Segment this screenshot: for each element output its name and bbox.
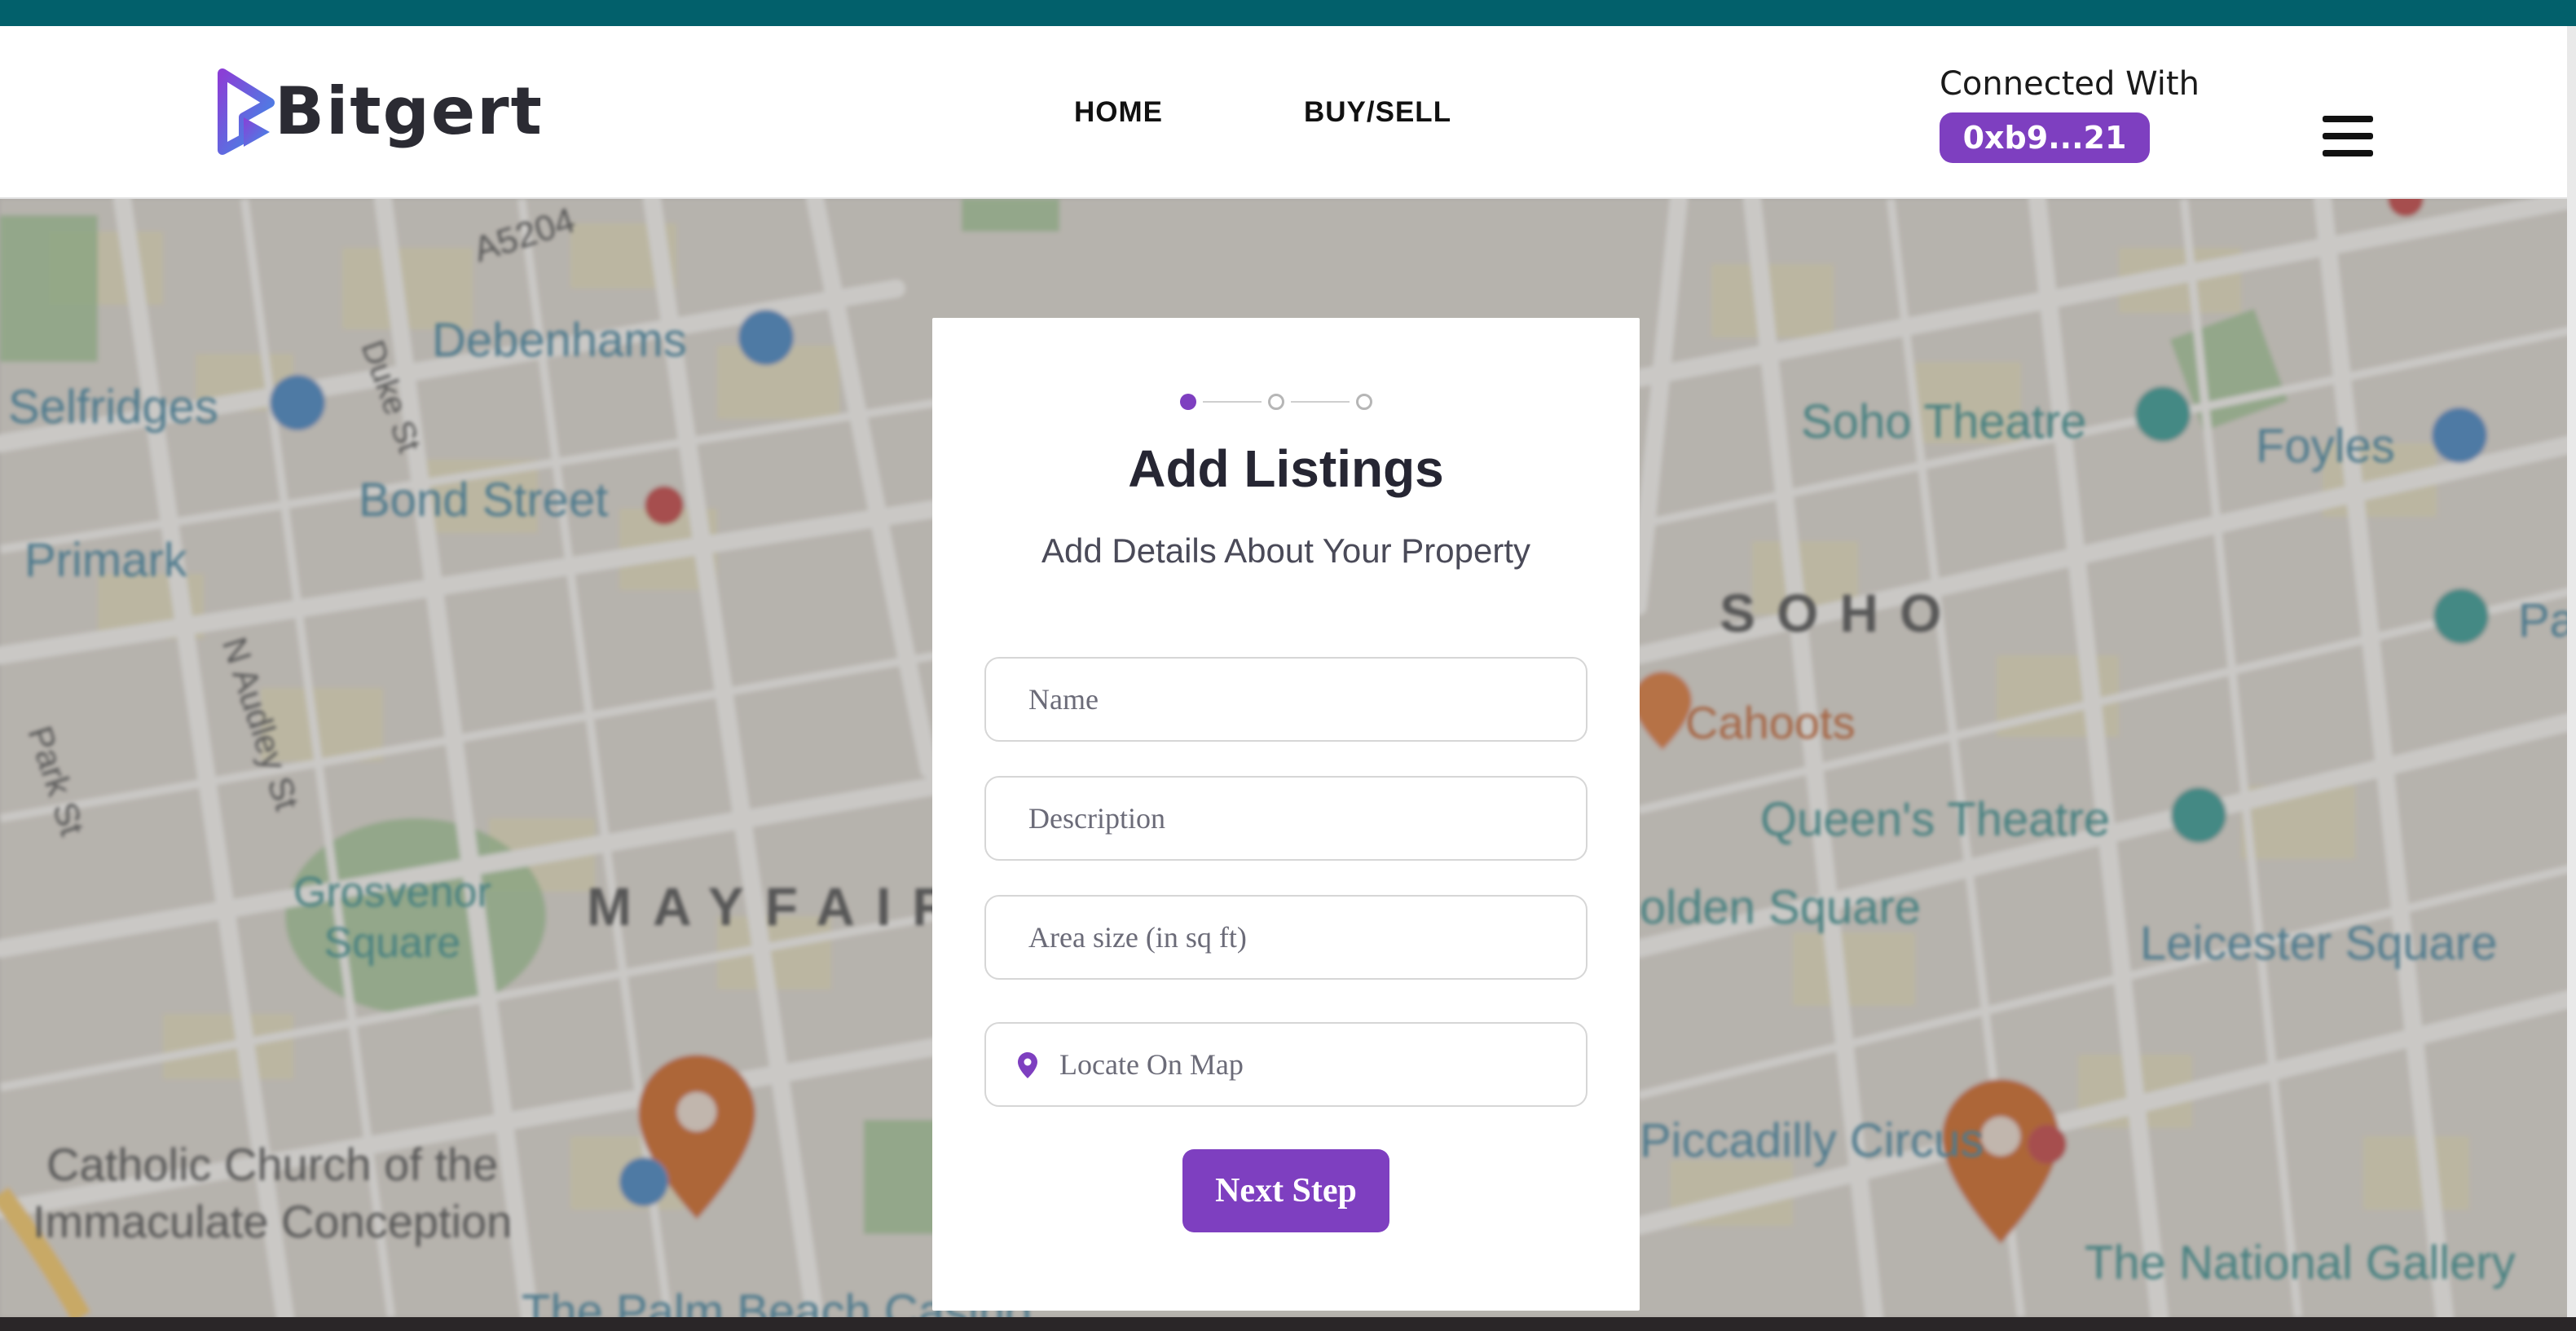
location-field [984, 1022, 1587, 1107]
scrollbar-track[interactable] [2567, 26, 2576, 1317]
description-field [984, 776, 1587, 861]
top-accent-strip [0, 0, 2576, 26]
name-field [984, 657, 1587, 742]
locate-on-map-input[interactable] [986, 1024, 1586, 1105]
step-2-dot [1268, 394, 1284, 410]
bottom-strip [0, 1317, 2576, 1331]
step-connector [1203, 401, 1262, 403]
hamburger-menu-icon[interactable] [2323, 112, 2373, 160]
area-size-input[interactable] [986, 897, 1586, 978]
add-listing-card: Add Listings Add Details About Your Prop… [932, 318, 1640, 1311]
step-3-dot [1356, 394, 1372, 410]
form-title: Add Listings [1128, 439, 1444, 498]
step-1-dot [1180, 394, 1196, 410]
bitgert-logo-icon [218, 68, 275, 155]
brand-logo[interactable]: Bitgert [216, 67, 544, 156]
nav-link-home[interactable]: HOME [1074, 96, 1163, 129]
next-step-button[interactable]: Next Step [1182, 1149, 1389, 1232]
navbar: Bitgert HOME BUY/SELL Connected With 0xb… [0, 26, 2567, 199]
area-size-field [984, 895, 1587, 980]
description-input[interactable] [986, 778, 1586, 859]
nav-link-buy-sell[interactable]: BUY/SELL [1304, 96, 1451, 129]
brand-name: Bitgert [275, 73, 544, 149]
form-subtitle: Add Details About Your Property [1041, 531, 1531, 570]
step-connector [1291, 401, 1350, 403]
page: Bitgert HOME BUY/SELL Connected With 0xb… [0, 0, 2576, 1331]
name-input[interactable] [986, 659, 1586, 740]
wallet-address-badge[interactable]: 0xb9...21 [1940, 112, 2150, 163]
connected-with-label: Connected With [1940, 65, 2200, 103]
step-indicator [1180, 391, 1392, 416]
